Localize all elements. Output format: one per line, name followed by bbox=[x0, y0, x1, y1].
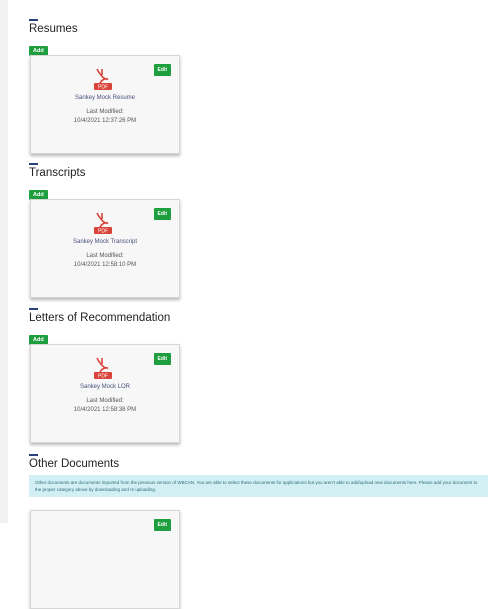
svg-text:PDF: PDF bbox=[98, 229, 108, 235]
document-card-resume[interactable]: Edit PDF Sankey Mock Resume Last Modifie… bbox=[30, 55, 180, 154]
last-modified-label: Last Modified: bbox=[86, 398, 124, 404]
document-name[interactable]: Sankey Mock LOR bbox=[31, 384, 179, 390]
last-modified-label: Last Modified: bbox=[86, 109, 124, 115]
document-name[interactable]: Sankey Mock Transcript bbox=[31, 239, 179, 245]
pdf-file-icon: PDF bbox=[93, 210, 113, 235]
section-transcripts: Transcripts Add bbox=[29, 163, 85, 201]
pdf-file-icon: PDF bbox=[93, 66, 113, 91]
pdf-file-icon: PDF bbox=[93, 355, 113, 380]
section-letters-of-recommendation: Letters of Recommendation Add bbox=[29, 308, 170, 346]
svg-text:PDF: PDF bbox=[98, 85, 108, 91]
last-modified-label: Last Modified: bbox=[86, 253, 124, 259]
section-title: Letters of Recommendation bbox=[29, 312, 171, 324]
section-marker bbox=[29, 19, 38, 21]
info-banner: Other documents are documents imported f… bbox=[29, 475, 488, 497]
last-modified-date: 10/4/2021 12:58:38 PM bbox=[73, 407, 137, 413]
document-card-transcript[interactable]: Edit PDF Sankey Mock Transcript Last Mod… bbox=[30, 199, 180, 298]
section-marker bbox=[29, 454, 38, 456]
last-modified-date: 10/4/2021 12:37:26 PM bbox=[73, 118, 137, 124]
document-name[interactable]: Sankey Mock Resume bbox=[31, 95, 179, 101]
section-marker bbox=[29, 163, 38, 165]
left-rail bbox=[0, 0, 8, 523]
edit-button[interactable]: Edit bbox=[153, 519, 171, 531]
section-title: Other Documents bbox=[29, 458, 120, 470]
edit-button[interactable]: Edit bbox=[153, 64, 171, 76]
section-title: Resumes bbox=[29, 23, 78, 35]
document-card-other[interactable]: Edit bbox=[30, 510, 180, 609]
section-title: Transcripts bbox=[29, 167, 86, 179]
last-modified-date: 10/4/2021 12:58:10 PM bbox=[73, 262, 137, 268]
edit-button[interactable]: Edit bbox=[153, 353, 171, 365]
svg-text:PDF: PDF bbox=[98, 374, 108, 380]
section-resumes: Resumes Add bbox=[29, 19, 78, 57]
section-other-documents: Other Documents bbox=[29, 454, 119, 474]
document-card-lor[interactable]: Edit PDF Sankey Mock LOR Last Modified: … bbox=[30, 344, 180, 443]
section-marker bbox=[29, 308, 38, 310]
edit-button[interactable]: Edit bbox=[153, 208, 171, 220]
